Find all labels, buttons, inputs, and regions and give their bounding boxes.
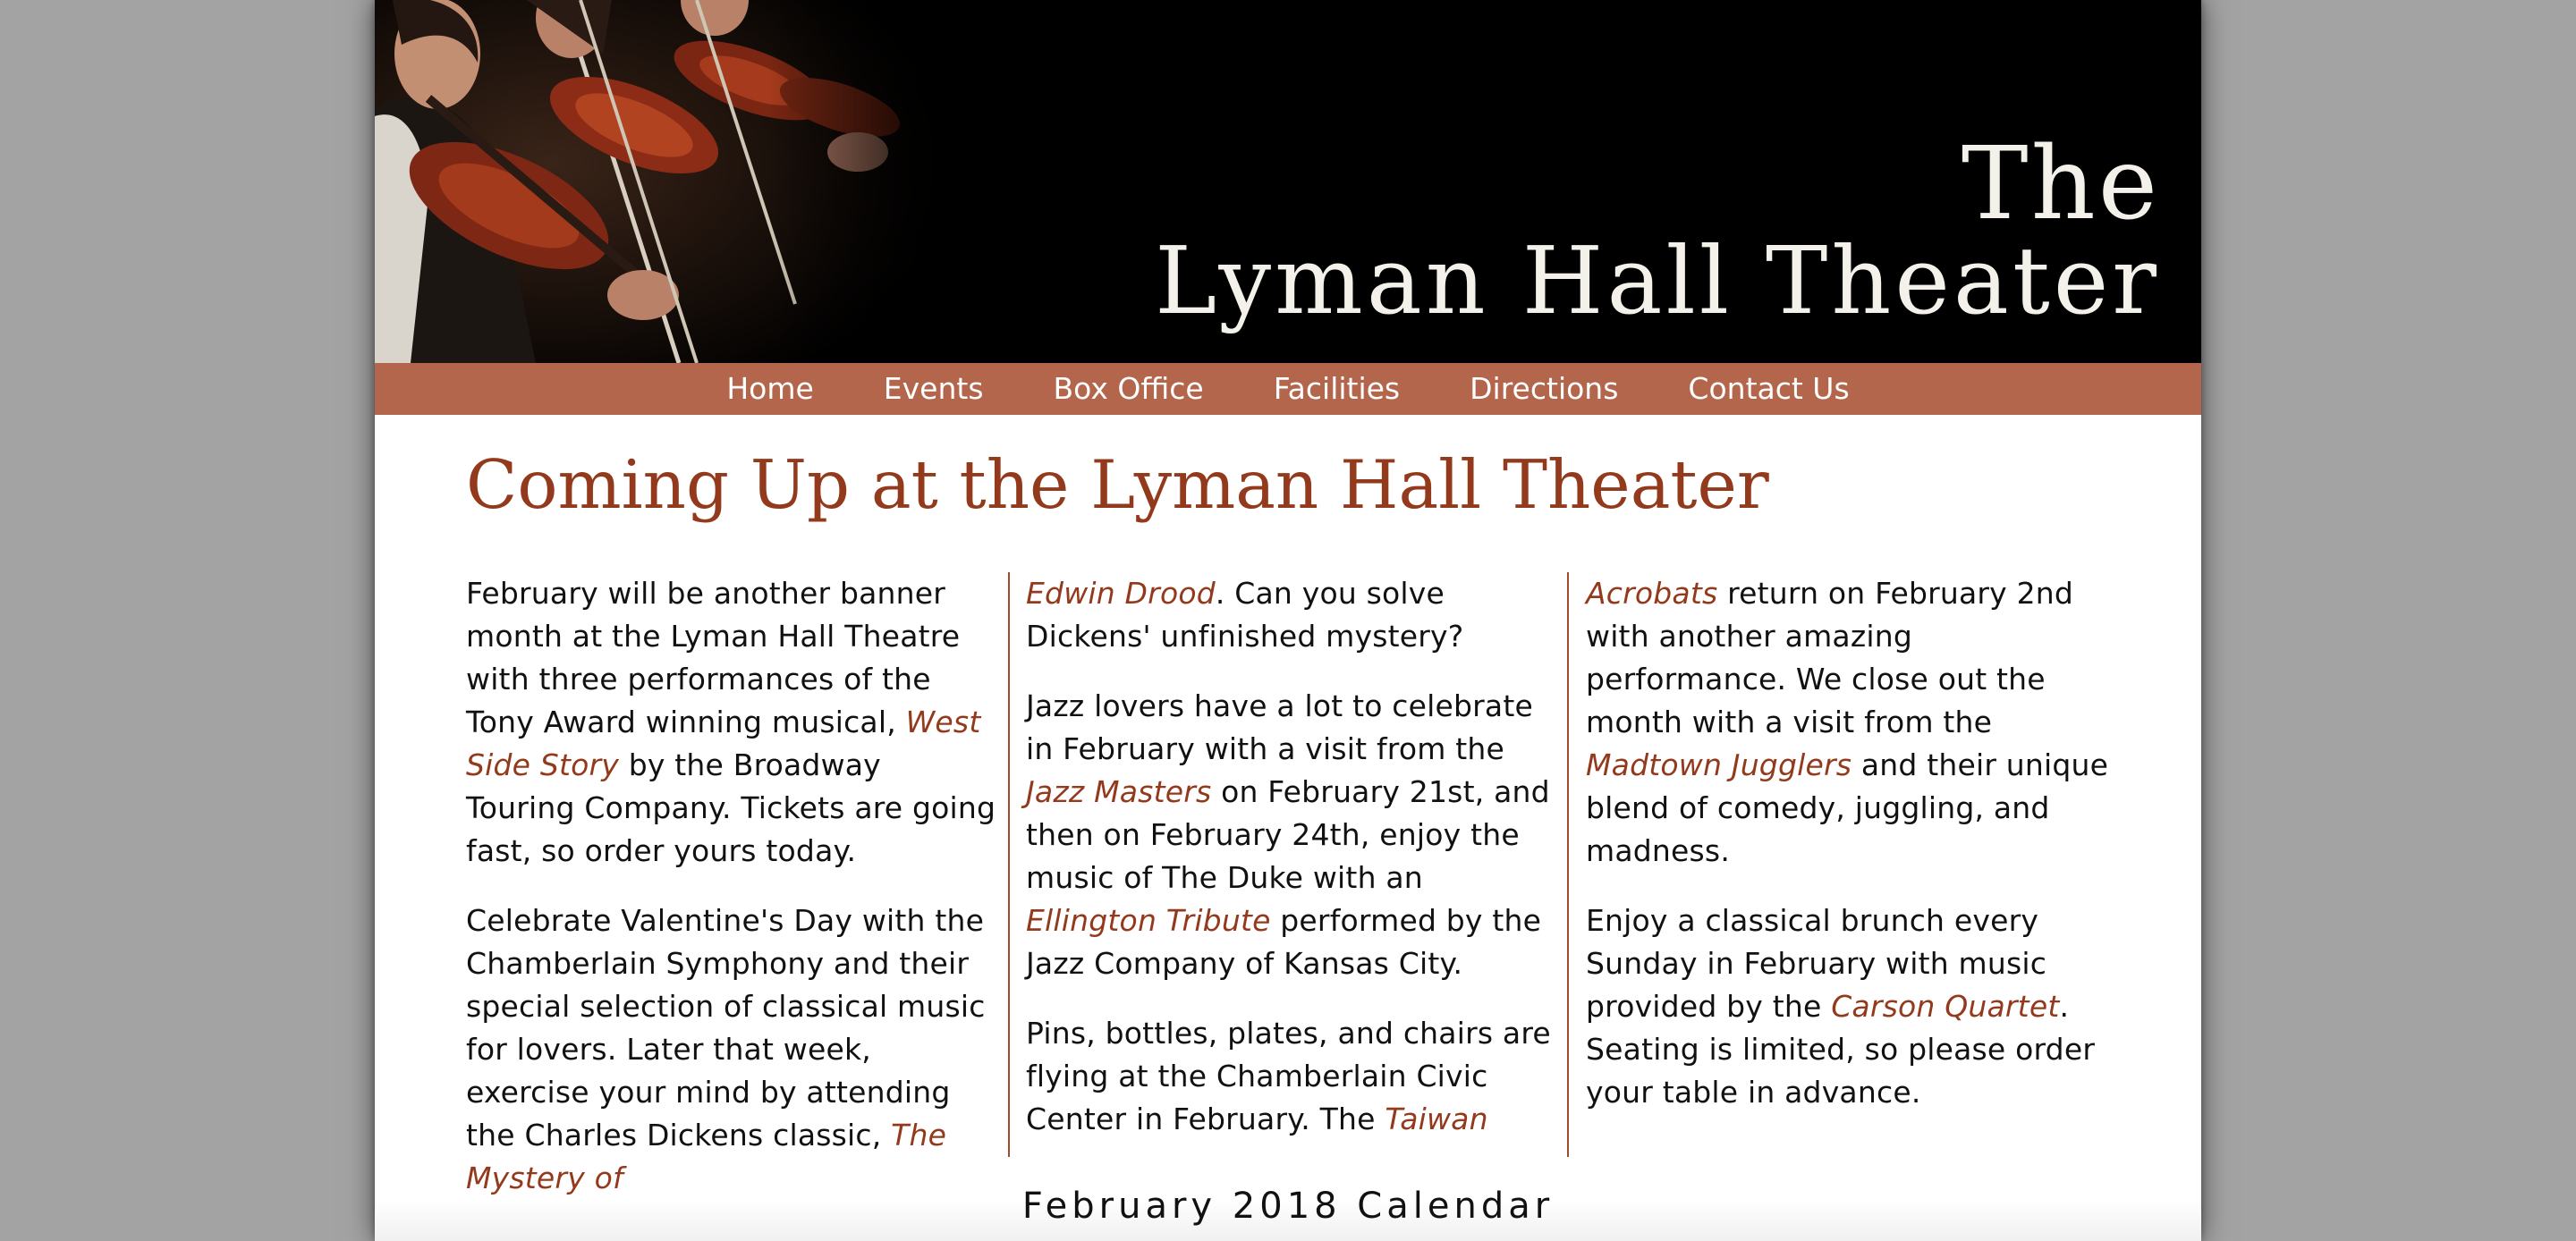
paragraph-west-side-story: February will be another banner month at… (466, 572, 997, 873)
site-title: The Lyman Hall Theater (1155, 134, 2160, 327)
site-title-line1: The (1961, 126, 2160, 242)
page: The Lyman Hall Theater Home Events Box O… (375, 0, 2201, 1241)
nav-contact-us[interactable]: Contact Us (1688, 363, 1849, 415)
paragraph-jugglers: Acrobats return on February 2nd with ano… (1586, 572, 2117, 873)
site-header: The Lyman Hall Theater (375, 0, 2201, 363)
link-taiwan-acrobats[interactable]: Taiwan (1385, 1102, 1487, 1136)
column-3: Acrobats return on February 2nd with ano… (1586, 572, 2117, 1157)
calendar-caption: February 2018 Calendar (1021, 1186, 1555, 1227)
paragraph-jazz: Jazz lovers have a lot to celebrate in F… (1026, 685, 1557, 985)
link-madtown-jugglers[interactable]: Madtown Jugglers (1586, 747, 1852, 782)
paragraph-brunch: Enjoy a classical brunch every Sunday in… (1586, 899, 2117, 1114)
link-jazz-masters[interactable]: Jazz Masters (1026, 774, 1211, 809)
column-divider (1567, 572, 1569, 1157)
paragraph-edwin-drood: Edwin Drood. Can you solve Dickens' unfi… (1026, 572, 1557, 658)
site-title-line2: Lyman Hall Theater (1155, 226, 2160, 335)
nav-directions[interactable]: Directions (1470, 363, 1618, 415)
nav-facilities[interactable]: Facilities (1274, 363, 1400, 415)
nav-box-office[interactable]: Box Office (1054, 363, 1204, 415)
main-nav: Home Events Box Office Facilities Direct… (375, 363, 2201, 415)
page-title: Coming Up at the Lyman Hall Theater (466, 445, 1769, 524)
article-columns: February will be another banner month at… (466, 572, 2110, 1195)
column-1: February will be another banner month at… (466, 572, 997, 1195)
link-acrobats[interactable]: Acrobats (1586, 576, 1717, 611)
text: Celebrate Valentine's Day with the Chamb… (466, 903, 986, 1152)
link-ellington-tribute[interactable]: Ellington Tribute (1026, 903, 1271, 938)
link-carson-quartet[interactable]: Carson Quartet (1831, 989, 2059, 1024)
column-divider (1008, 572, 1010, 1157)
text: Jazz lovers have a lot to celebrate in F… (1026, 688, 1534, 766)
paragraph-acrobats: Pins, bottles, plates, and chairs are fl… (1026, 1012, 1557, 1141)
column-2: Edwin Drood. Can you solve Dickens' unfi… (1026, 572, 1557, 1157)
text: February will be another banner month at… (466, 576, 961, 739)
nav-home[interactable]: Home (726, 363, 813, 415)
violinists-photo (375, 0, 965, 363)
paragraph-valentines: Celebrate Valentine's Day with the Chamb… (466, 899, 997, 1200)
nav-events[interactable]: Events (884, 363, 984, 415)
link-edwin-drood[interactable]: Edwin Drood (1026, 576, 1216, 611)
